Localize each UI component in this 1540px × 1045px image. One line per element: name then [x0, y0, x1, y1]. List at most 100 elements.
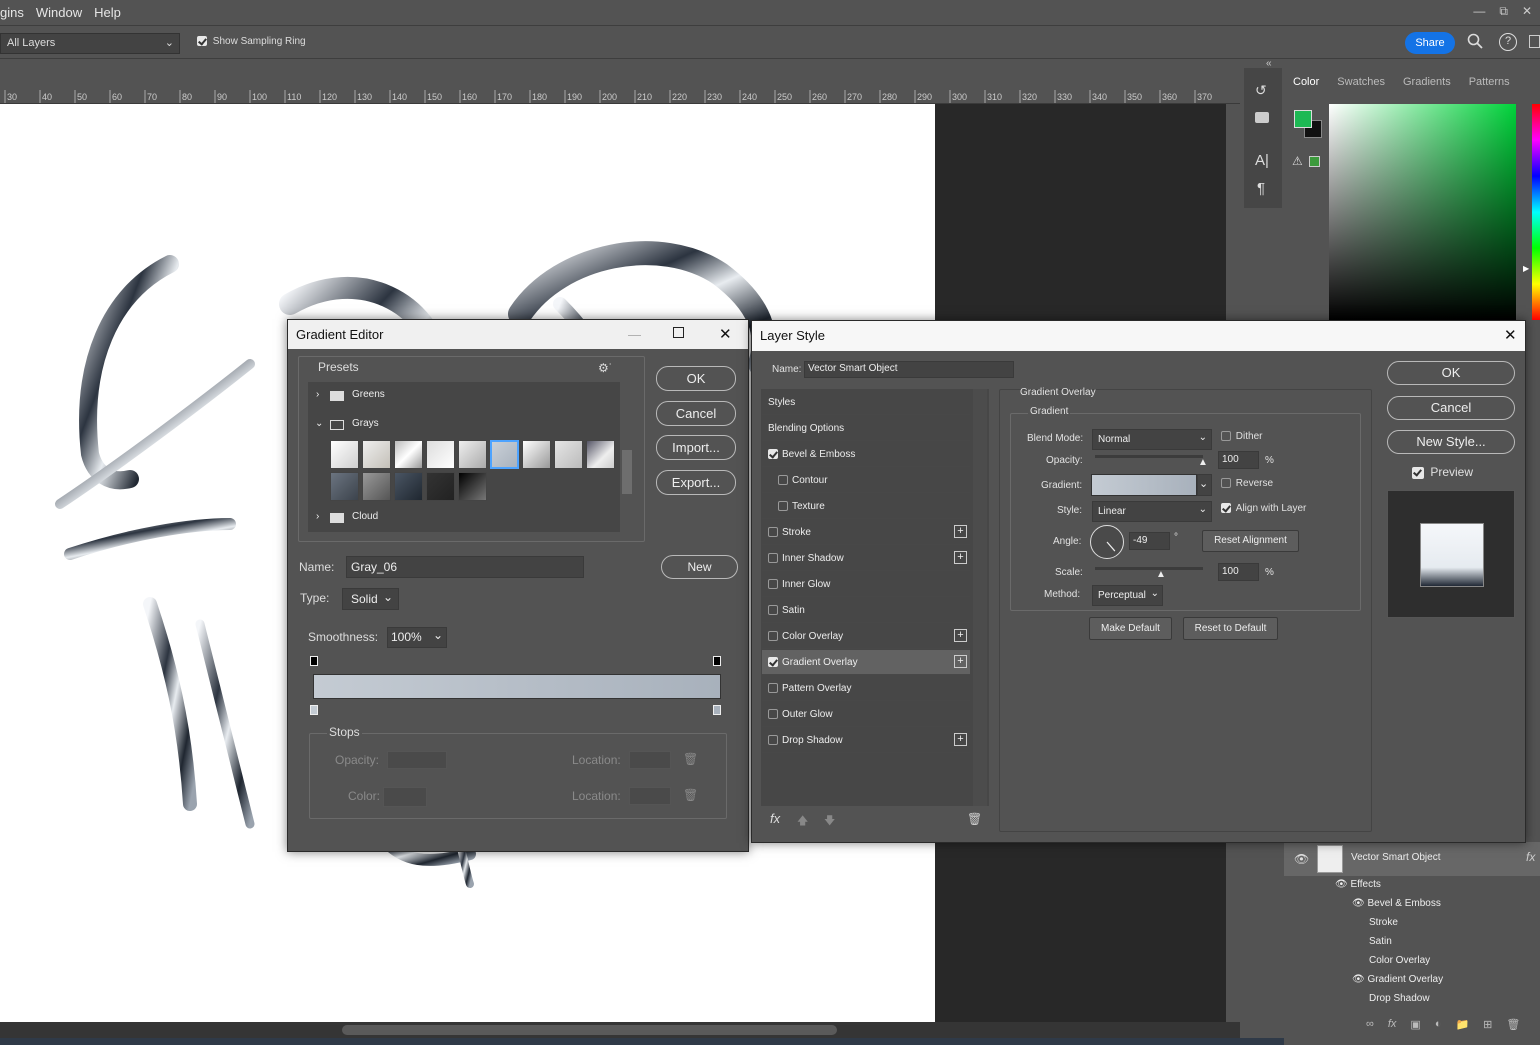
add-style-icon[interactable]: + — [954, 733, 967, 746]
menu-help[interactable]: Help — [88, 5, 127, 20]
sampling-ring-toggle[interactable]: Show Sampling Ring — [197, 36, 306, 47]
style-checkbox[interactable] — [768, 735, 778, 745]
make-default-button[interactable]: Make Default — [1089, 617, 1172, 640]
new-style-button[interactable]: New Style... — [1387, 430, 1515, 454]
style-select[interactable]: Linear ⌄ — [1092, 501, 1212, 522]
restore-icon[interactable]: ⧉ — [1499, 4, 1508, 19]
export-button[interactable]: Export... — [656, 470, 736, 495]
style-row[interactable]: Bevel & Emboss — [762, 442, 970, 467]
gradient-bar[interactable] — [313, 674, 721, 699]
effects-row[interactable]: 👁 Effects — [1335, 879, 1381, 890]
gradient-preset[interactable] — [522, 440, 551, 469]
style-checkbox[interactable] — [768, 709, 778, 719]
gradient-preset[interactable] — [426, 472, 455, 501]
style-checkbox[interactable] — [768, 579, 778, 589]
preset-folder-cloud[interactable]: › Cloud — [308, 504, 620, 530]
stop-color-swatch[interactable] — [383, 787, 427, 807]
layer-name[interactable]: Vector Smart Object — [1351, 852, 1440, 863]
layer-name-input[interactable]: Vector Smart Object — [804, 361, 1014, 378]
link-icon[interactable]: ∞ — [1366, 1018, 1374, 1034]
style-checkbox[interactable] — [768, 605, 778, 615]
horizontal-scroll-thumb[interactable] — [342, 1025, 837, 1035]
help-icon[interactable]: ? — [1499, 33, 1517, 51]
scale-input[interactable]: 100 — [1218, 563, 1259, 581]
gradient-preset[interactable] — [330, 472, 359, 501]
style-checkbox[interactable] — [778, 475, 788, 485]
gradient-preset[interactable] — [586, 440, 615, 469]
tab-gradients[interactable]: Gradients — [1394, 70, 1460, 96]
style-checkbox[interactable] — [768, 527, 778, 537]
style-row[interactable]: Drop Shadow + — [762, 728, 970, 753]
blend-mode-select[interactable]: Normal ⌄ — [1092, 429, 1212, 450]
tab-color[interactable]: Color — [1284, 70, 1329, 96]
stop-location-input[interactable] — [629, 751, 671, 769]
style-checkbox[interactable] — [768, 683, 778, 693]
eye-icon[interactable]: 👁 — [1335, 879, 1348, 890]
layer-style-titlebar[interactable]: Layer Style ✕ — [752, 321, 1525, 351]
method-select[interactable]: Perceptual ⌄ — [1092, 585, 1163, 606]
gradient-preset[interactable] — [330, 440, 359, 469]
style-checkbox[interactable] — [778, 501, 788, 511]
gradient-editor-titlebar[interactable]: Gradient Editor — ✕ — [288, 320, 748, 349]
gradient-name-input[interactable]: Gray_06 — [346, 556, 584, 578]
adjustment-icon[interactable]: ◐ — [1435, 1018, 1442, 1034]
comment-icon[interactable] — [1255, 112, 1269, 123]
effect-item[interactable]: Stroke — [1369, 917, 1398, 928]
trash-icon[interactable]: 🗑 — [1506, 1018, 1520, 1034]
color-stop-left[interactable] — [310, 705, 318, 715]
gradient-preset-selected[interactable] — [490, 440, 519, 469]
stop-opacity-input[interactable] — [387, 751, 447, 769]
fx-icon[interactable]: fx — [1388, 1018, 1397, 1034]
mask-icon[interactable]: ▣ — [1410, 1018, 1420, 1034]
web-safe-color-swatch[interactable] — [1309, 156, 1320, 167]
effect-item[interactable]: Color Overlay — [1369, 955, 1430, 966]
sampling-ring-checkbox[interactable] — [197, 36, 207, 47]
style-row[interactable]: Inner Glow — [762, 572, 970, 597]
gradient-preset[interactable] — [362, 472, 391, 501]
menu-window[interactable]: Window — [30, 5, 88, 20]
type-select[interactable]: Solid ⌄ — [342, 588, 399, 610]
gradient-swatch[interactable] — [1091, 474, 1197, 496]
history-icon[interactable]: ↺ — [1255, 82, 1267, 99]
opacity-slider-handle[interactable]: ▲ — [1198, 457, 1208, 468]
style-row[interactable]: Stroke + — [762, 520, 970, 545]
close-icon[interactable]: ✕ — [1522, 4, 1532, 18]
workspace-icon[interactable] — [1529, 35, 1540, 48]
preview-checkbox[interactable] — [1412, 466, 1424, 479]
preset-folder-grays[interactable]: ⌄ Grays — [308, 411, 620, 437]
style-row[interactable]: Blending Options — [762, 416, 970, 441]
style-row[interactable]: Contour — [762, 468, 970, 493]
layer-row[interactable]: 👁 Vector Smart Object fx — [1284, 842, 1540, 876]
foreground-color-swatch[interactable] — [1294, 110, 1312, 128]
eye-icon[interactable]: 👁 — [1352, 898, 1365, 909]
gamut-warning-icon[interactable]: ⚠ — [1292, 154, 1303, 168]
style-row[interactable]: Outer Glow — [762, 702, 970, 727]
sample-layers-select[interactable]: All Layers ⌄ — [0, 33, 180, 54]
add-style-icon[interactable]: + — [954, 655, 967, 668]
eye-icon[interactable]: 👁 — [1294, 852, 1309, 866]
gradient-preset[interactable] — [554, 440, 583, 469]
styles-scrollbar[interactable] — [973, 389, 987, 806]
preview-toggle[interactable]: Preview — [1412, 465, 1473, 479]
style-row[interactable]: Gradient Overlay + — [762, 650, 970, 675]
reset-to-default-button[interactable]: Reset to Default — [1183, 617, 1278, 640]
opacity-slider-track[interactable] — [1095, 455, 1203, 458]
style-row[interactable]: Inner Shadow + — [762, 546, 970, 571]
style-row[interactable]: Color Overlay + — [762, 624, 970, 649]
smoothness-select[interactable]: 100% ⌄ — [387, 627, 447, 648]
minimize-icon[interactable]: — — [1473, 4, 1485, 18]
style-row[interactable]: Texture — [762, 494, 970, 519]
reverse-toggle[interactable]: Reverse — [1221, 478, 1273, 489]
scale-slider-handle[interactable]: ▲ — [1156, 569, 1166, 580]
add-style-icon[interactable]: + — [954, 551, 967, 564]
close-icon[interactable]: ✕ — [1504, 321, 1517, 351]
opacity-stop-right[interactable] — [713, 656, 721, 666]
hue-slider[interactable] — [1532, 104, 1540, 320]
effect-item[interactable]: Satin — [1369, 936, 1392, 947]
move-up-icon[interactable]: 🡅 — [797, 812, 808, 831]
move-down-icon[interactable]: 🡇 — [824, 812, 835, 831]
add-style-icon[interactable]: + — [954, 629, 967, 642]
layer-fx-icon[interactable]: fx — [1526, 850, 1535, 864]
effect-item[interactable]: Drop Shadow — [1369, 993, 1430, 1004]
align-with-layer-toggle[interactable]: Align with Layer — [1221, 503, 1306, 514]
